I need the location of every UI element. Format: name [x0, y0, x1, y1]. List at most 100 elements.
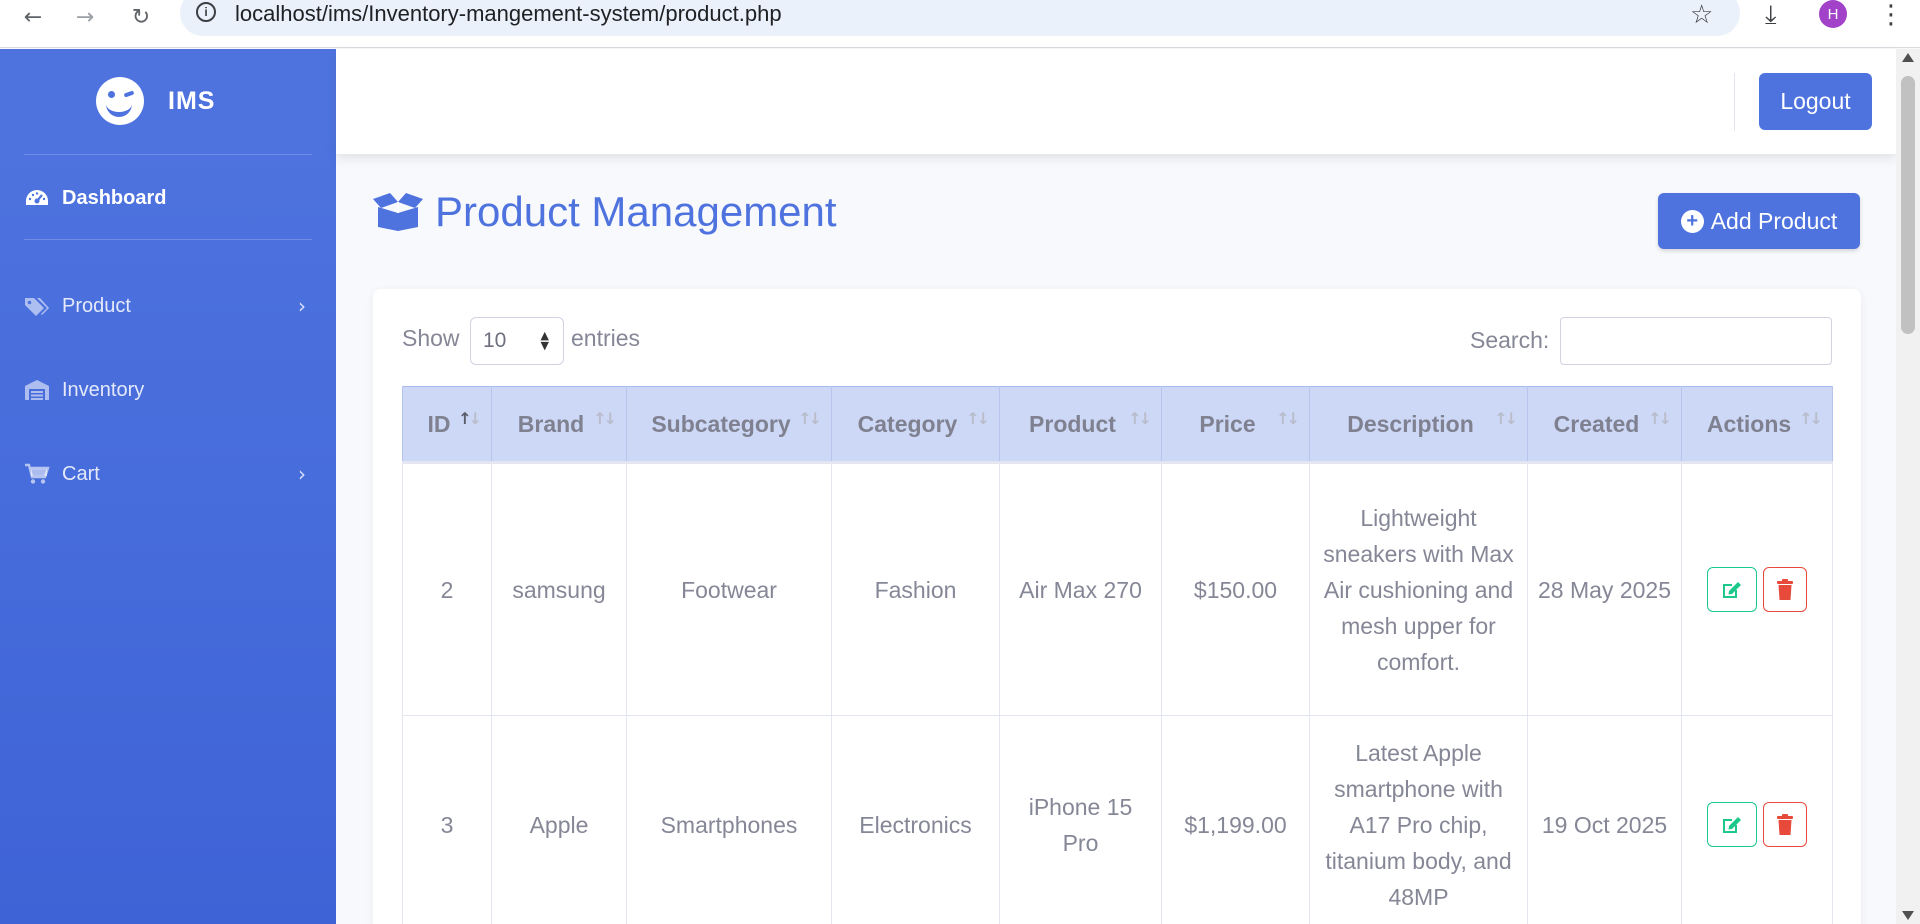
- column-label: Price: [1199, 410, 1256, 437]
- column-label: Actions: [1706, 410, 1792, 437]
- cell-brand: samsung: [491, 462, 627, 716]
- trash-icon: [1777, 814, 1793, 835]
- edit-button[interactable]: [1707, 802, 1757, 847]
- show-label: Show: [402, 325, 460, 351]
- delete-button[interactable]: [1763, 567, 1807, 612]
- scroll-down-arrow-icon[interactable]: [1902, 911, 1914, 920]
- brand-name: IMS: [168, 87, 216, 115]
- column-label: Brand: [517, 410, 585, 437]
- topbar-divider: [1734, 73, 1735, 131]
- search-label: Search:: [1470, 327, 1550, 353]
- add-product-label: Add Product: [1710, 207, 1838, 234]
- product-table: ID ↑↓ Brand ↑↓ Subcategory ↑↓ Category ↑↓ Pr…: [402, 386, 1833, 924]
- cell-created: 28 May 2025: [1527, 462, 1682, 716]
- add-product-button[interactable]: + Add Product: [1658, 193, 1860, 249]
- tachometer-icon: [26, 190, 48, 205]
- table-header-row: ID ↑↓ Brand ↑↓ Subcategory ↑↓ Category ↑↓ Pr…: [402, 386, 1833, 463]
- select-caret-icon: ▲ ▼: [540, 329, 549, 352]
- cell-subcategory: Footwear: [626, 462, 832, 716]
- table-row: 2 samsung Footwear Fashion Air Max 270 $…: [402, 462, 1833, 716]
- scroll-up-arrow-icon[interactable]: [1902, 53, 1914, 62]
- reload-icon[interactable]: ↻: [126, 2, 156, 32]
- column-header-product[interactable]: Product ↑↓: [999, 386, 1162, 463]
- cell-brand: Apple: [491, 715, 627, 924]
- sort-icon: ↑↓: [1799, 409, 1823, 428]
- sidebar-divider: [24, 154, 312, 155]
- trash-icon: [1777, 579, 1793, 600]
- sidebar-item-label: Cart: [62, 462, 100, 485]
- cell-price: $150.00: [1161, 462, 1310, 716]
- column-label: ID: [427, 410, 451, 437]
- logout-button[interactable]: Logout: [1759, 73, 1872, 130]
- browser-toolbar: ← → ↻ i localhost/ims/Inventory-mangemen…: [0, 0, 1920, 48]
- sidebar-item-label: Inventory: [62, 378, 145, 401]
- sidebar-item-product[interactable]: Product ›: [0, 276, 336, 336]
- sidebar: IMS Dashboard Product › Inventory Cart ›: [0, 49, 336, 924]
- cell-created: 19 Oct 2025: [1527, 715, 1682, 924]
- table-row: 3 Apple Smartphones Electronics iPhone 1…: [402, 715, 1833, 924]
- edit-icon: [1723, 816, 1741, 833]
- download-icon[interactable]: ⤓: [1765, 0, 1777, 31]
- sort-icon: ↑↓: [1648, 409, 1672, 428]
- cart-icon: [25, 463, 50, 484]
- box-open-icon: [373, 193, 423, 231]
- column-label: Product: [1029, 410, 1116, 437]
- entries-label: entries: [571, 325, 641, 351]
- sort-icon: ↑↓: [1128, 409, 1152, 428]
- laugh-wink-icon: [96, 77, 144, 125]
- sidebar-divider: [24, 239, 312, 240]
- chevron-right-icon: ›: [298, 462, 306, 486]
- column-header-price[interactable]: Price ↑↓: [1161, 386, 1310, 463]
- page-title: Product Management: [435, 188, 837, 235]
- sort-icon: ↑↓: [593, 409, 617, 428]
- sort-icon: ↑↓: [458, 409, 482, 428]
- sidebar-item-inventory[interactable]: Inventory: [0, 360, 336, 420]
- column-header-category[interactable]: Category ↑↓: [831, 386, 1000, 463]
- column-header-description[interactable]: Description ↑↓: [1309, 386, 1528, 463]
- sidebar-item-dashboard[interactable]: Dashboard: [0, 168, 336, 228]
- tags-icon: [25, 298, 49, 316]
- column-header-actions[interactable]: Actions ↑↓: [1681, 386, 1833, 463]
- warehouse-icon: [25, 380, 49, 400]
- sort-icon: ↑↓: [1276, 409, 1300, 428]
- sort-icon: ↑↓: [798, 409, 822, 428]
- scrollbar-thumb[interactable]: [1901, 76, 1915, 334]
- plus-circle-icon: +: [1680, 209, 1704, 233]
- column-header-subcategory[interactable]: Subcategory ↑↓: [626, 386, 832, 463]
- delete-button[interactable]: [1763, 802, 1807, 847]
- forward-icon[interactable]: →: [70, 2, 100, 32]
- site-info-icon[interactable]: i: [196, 2, 216, 22]
- edit-icon: [1723, 581, 1741, 598]
- sort-icon: ↑↓: [966, 409, 990, 428]
- column-header-brand[interactable]: Brand ↑↓: [491, 386, 627, 463]
- cell-actions: [1681, 462, 1833, 716]
- search-input[interactable]: [1560, 317, 1832, 365]
- sidebar-item-label: Product: [62, 294, 131, 317]
- cell-actions: [1681, 715, 1833, 924]
- page-scrollbar[interactable]: [1896, 49, 1920, 924]
- cell-subcategory: Smartphones: [626, 715, 832, 924]
- topbar: Logout: [336, 49, 1896, 154]
- column-header-id[interactable]: ID ↑↓: [402, 386, 492, 463]
- edit-button[interactable]: [1707, 567, 1757, 612]
- cell-price: $1,199.00: [1161, 715, 1310, 924]
- cell-product: iPhone 15 Pro: [999, 715, 1162, 924]
- column-header-created[interactable]: Created ↑↓: [1527, 386, 1682, 463]
- sidebar-item-cart[interactable]: Cart ›: [0, 444, 336, 504]
- sort-icon: ↑↓: [1494, 409, 1518, 428]
- sidebar-brand[interactable]: IMS: [0, 49, 336, 154]
- cell-id: 2: [402, 462, 492, 716]
- cell-product: Air Max 270: [999, 462, 1162, 716]
- back-icon[interactable]: ←: [18, 2, 48, 32]
- cell-category: Fashion: [831, 462, 1000, 716]
- url-text[interactable]: localhost/ims/Inventory-mangement-system…: [235, 2, 782, 26]
- page-length-value: 10: [483, 329, 507, 352]
- cell-description: Latest Apple smartphone with A17 Pro chi…: [1309, 715, 1528, 924]
- profile-avatar[interactable]: H: [1819, 0, 1847, 28]
- browser-menu-icon[interactable]: ⋮: [1878, 0, 1904, 30]
- chevron-right-icon: ›: [298, 294, 306, 318]
- column-label: Subcategory: [651, 410, 791, 437]
- page-length-select[interactable]: 10 ▲ ▼: [470, 317, 564, 365]
- bookmark-star-icon[interactable]: ☆: [1690, 0, 1713, 30]
- column-label: Description: [1347, 410, 1474, 437]
